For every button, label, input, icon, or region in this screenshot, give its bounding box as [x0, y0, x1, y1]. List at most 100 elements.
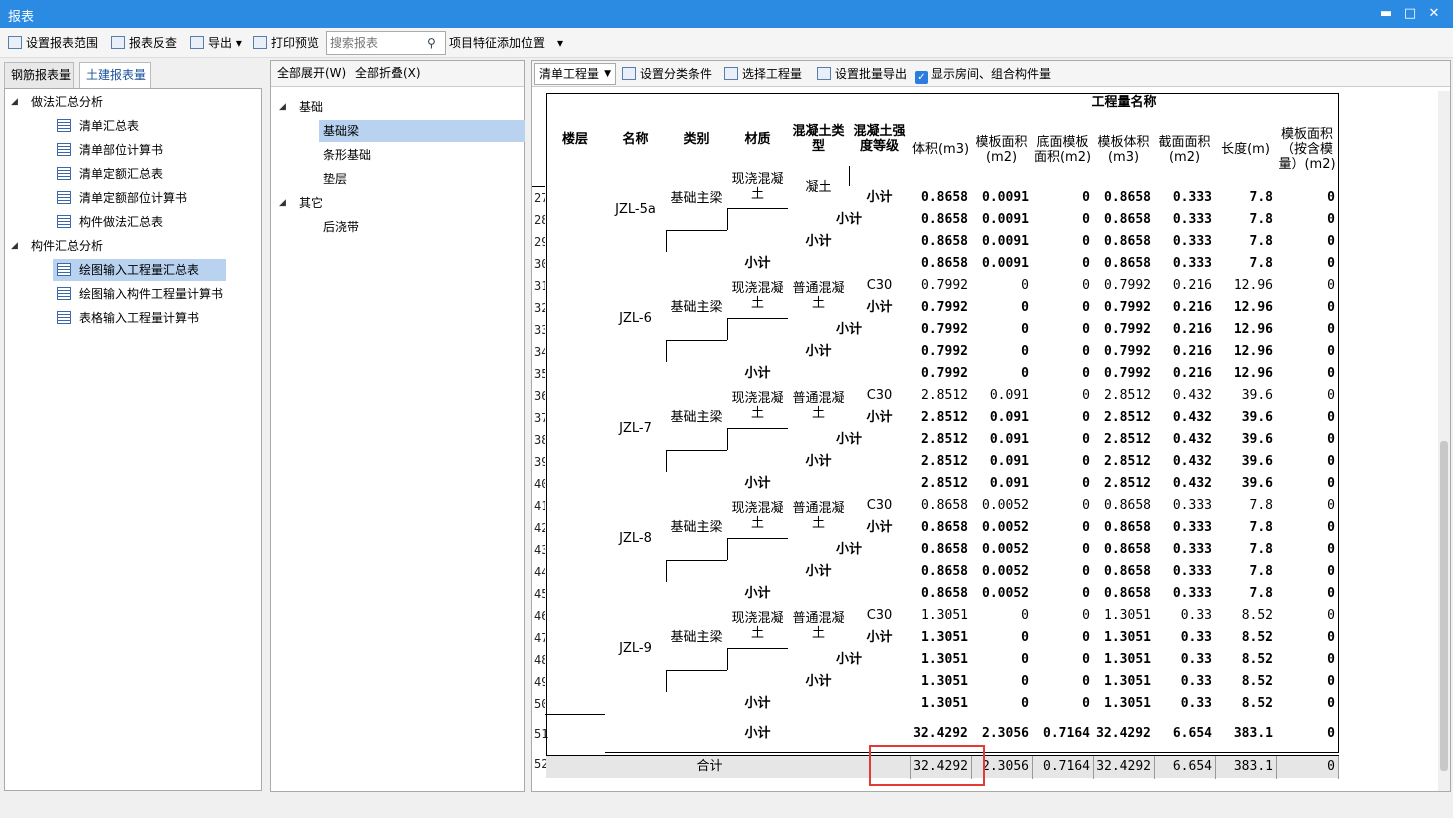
value-cell: 0.33: [1154, 626, 1216, 649]
show-rooms-checkbox[interactable]: ✓ 显示房间、组合构件量: [915, 64, 1051, 84]
set-range-button[interactable]: 设置报表范围: [8, 33, 98, 53]
value-cell: 0: [971, 318, 1033, 341]
value-cell: 2.8512: [910, 428, 972, 451]
material-cell: 现浇混凝土: [727, 384, 789, 429]
value-cell: 0: [1276, 208, 1339, 231]
feature-position-dropdown[interactable]: 项目特征添加位置 ▾: [449, 33, 563, 53]
reverse-lookup-button[interactable]: 报表反查: [111, 33, 177, 53]
value-cell: 0.0091: [971, 230, 1033, 253]
value-cell: 0.7164: [1032, 714, 1094, 753]
report-tree-panel: ◢ 做法汇总分析 清单汇总表 清单部位计算书 清单定额汇总表 清单定额部位计算书 构件做法汇…: [4, 88, 262, 791]
subtotal-label: 小计: [727, 450, 911, 473]
component-item[interactable]: 后浇带: [319, 216, 525, 238]
expand-triangle-icon[interactable]: ◢: [11, 235, 18, 257]
value-cell: 0.333: [1154, 494, 1216, 517]
value-cell: 0: [1032, 208, 1094, 231]
report-item[interactable]: 清单定额汇总表: [53, 163, 226, 185]
component-item[interactable]: 条形基础: [319, 144, 525, 166]
report-item[interactable]: 构件做法汇总表: [53, 211, 226, 233]
search-icon[interactable]: ⚲: [427, 36, 436, 50]
report-item[interactable]: 清单汇总表: [53, 115, 226, 137]
value-cell: 0: [1032, 692, 1094, 715]
value-cell: 1.3051: [1093, 692, 1155, 715]
value-cell: 0.7992: [910, 340, 972, 363]
report-item[interactable]: 绘图输入构件工程量计算书: [53, 283, 226, 305]
tab-rebar-report[interactable]: 钢筋报表量: [4, 62, 74, 88]
report-panel: 清单工程量 ▼ 设置分类条件 选择工程量 设置批量导出 ✓ 显示房间、组合构件量 楼…: [531, 60, 1451, 792]
set-category-button[interactable]: 设置分类条件: [622, 64, 712, 84]
material-cell: 现浇混凝土: [727, 166, 789, 209]
value-cell: 0: [1032, 670, 1094, 693]
report-icon: [57, 143, 71, 156]
total-value: 383.1: [1216, 756, 1277, 779]
value-cell: 12.96: [1215, 340, 1277, 363]
floor-cell: [545, 186, 606, 715]
expand-triangle-icon[interactable]: ◢: [279, 96, 286, 118]
value-cell: 0.8658: [1093, 560, 1155, 583]
value-cell: 2.8512: [1093, 406, 1155, 429]
report-item[interactable]: 清单定额部位计算书: [53, 187, 226, 209]
report-item[interactable]: 清单部位计算书: [53, 139, 226, 161]
value-cell: 0.216: [1154, 362, 1216, 385]
value-cell: 1.3051: [1093, 604, 1155, 627]
value-cell: 7.8: [1215, 252, 1277, 275]
value-cell: 0.333: [1154, 208, 1216, 231]
value-cell: 0.0052: [971, 516, 1033, 539]
value-cell: 6.654: [1154, 714, 1216, 753]
value-cell: 0: [1276, 384, 1339, 407]
subtotal-label: 小计: [727, 230, 911, 253]
value-cell: 0: [1276, 186, 1339, 209]
value-cell: 7.8: [1215, 538, 1277, 561]
value-cell: 7.8: [1215, 516, 1277, 539]
export-button[interactable]: 导出 ▾: [190, 33, 242, 53]
report-item[interactable]: ◢ 构件汇总分析: [11, 235, 251, 257]
expand-triangle-icon[interactable]: ◢: [279, 192, 286, 214]
kind-cell: 基础主梁: [666, 274, 728, 341]
value-cell: 0: [1276, 604, 1339, 627]
row-number: 51: [534, 727, 549, 741]
value-cell: 0: [1032, 538, 1094, 561]
value-cell: 12.96: [1215, 296, 1277, 319]
value-cell: 0.091: [971, 406, 1033, 429]
kind-cell: 基础主梁: [666, 494, 728, 561]
value-cell: 0.8658: [910, 538, 972, 561]
subtotal-label: 小计: [605, 472, 911, 495]
expand-triangle-icon[interactable]: ◢: [11, 91, 18, 113]
close-button[interactable]: ✕: [1424, 4, 1444, 24]
component-item[interactable]: ◢ 其它: [279, 192, 323, 214]
value-cell: 32.4292: [1093, 714, 1155, 753]
select-quantity-button[interactable]: 选择工程量: [724, 64, 802, 84]
batch-export-button[interactable]: 设置批量导出: [817, 64, 907, 84]
total-value: 6.654: [1155, 756, 1216, 779]
report-item[interactable]: 表格输入工程量计算书: [53, 307, 226, 329]
strength-cell: C30: [849, 384, 911, 407]
value-cell: 0: [1032, 252, 1094, 275]
value-cell: 0: [1032, 296, 1094, 319]
value-cell: 12.96: [1215, 318, 1277, 341]
minimize-button[interactable]: ▬: [1376, 4, 1396, 24]
value-cell: 0.091: [971, 450, 1033, 473]
maximize-button[interactable]: □: [1400, 4, 1420, 24]
vertical-scrollbar[interactable]: [1438, 91, 1450, 791]
tab-civil-report[interactable]: 土建报表量: [79, 62, 151, 88]
print-preview-button[interactable]: 打印预览: [253, 33, 319, 53]
quantity-type-select[interactable]: 清单工程量 ▼: [534, 63, 616, 85]
component-item[interactable]: 垫层: [319, 168, 525, 190]
subtotal-label: 小计: [605, 692, 911, 715]
value-cell: 0: [1276, 626, 1339, 649]
report-item[interactable]: ◢ 做法汇总分析: [11, 91, 251, 113]
component-item[interactable]: ◢ 基础: [279, 96, 323, 118]
expand-all-button[interactable]: 全部展开(W): [277, 61, 346, 85]
value-cell: 0: [1032, 362, 1094, 385]
report-icon: [57, 311, 71, 324]
component-item[interactable]: 基础梁: [319, 120, 525, 142]
scroll-thumb[interactable]: [1440, 441, 1448, 771]
value-cell: 0.333: [1154, 516, 1216, 539]
report-item[interactable]: 绘图输入工程量汇总表: [53, 259, 226, 281]
collapse-all-button[interactable]: 全部折叠(X): [355, 61, 421, 85]
subtotal-label: 小计: [849, 516, 911, 539]
total-blank: [850, 756, 911, 779]
concrete-type-cell: 凝土: [788, 166, 850, 209]
value-cell: 0: [1276, 648, 1339, 671]
batch-icon: [817, 67, 831, 80]
